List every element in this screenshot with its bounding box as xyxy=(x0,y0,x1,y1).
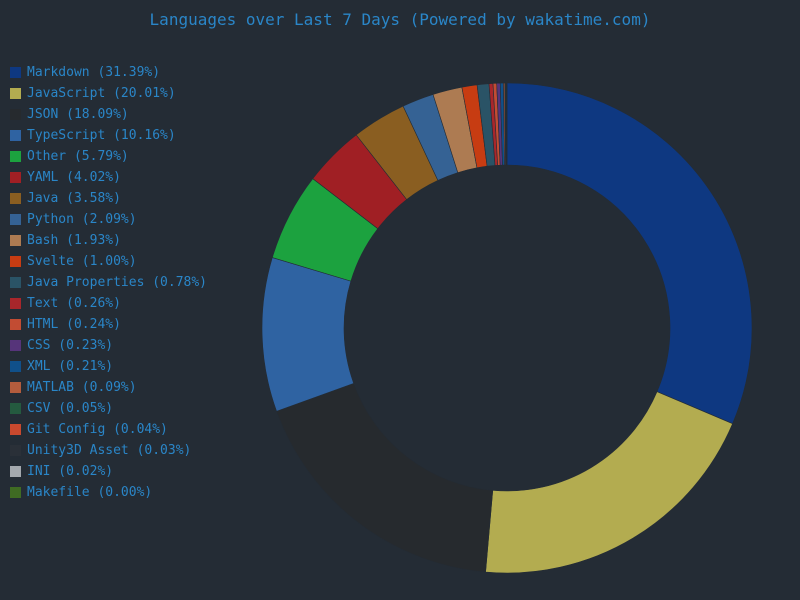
donut-slice xyxy=(261,257,355,412)
donut-slice xyxy=(506,82,753,425)
donut-chart xyxy=(261,82,753,574)
donut-slice xyxy=(276,382,494,573)
donut-slice xyxy=(485,391,733,574)
